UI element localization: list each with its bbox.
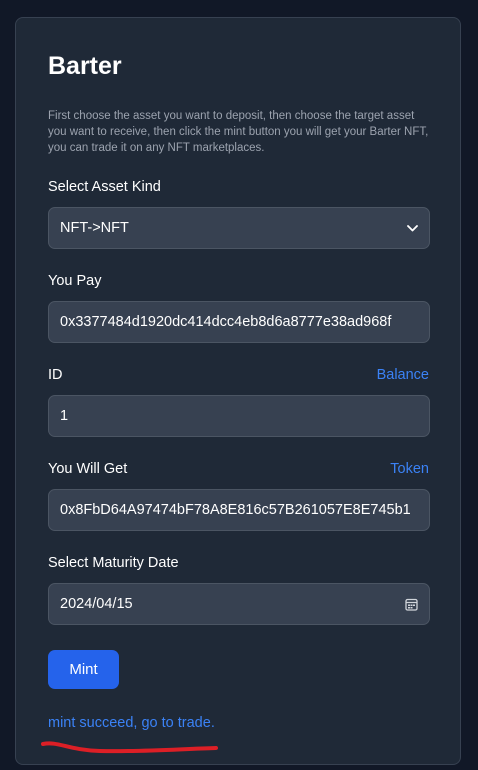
- page-title: Barter: [48, 52, 122, 80]
- token-link[interactable]: Token: [390, 461, 429, 477]
- barter-card: Barter First choose the asset you want t…: [15, 17, 461, 765]
- balance-link[interactable]: Balance: [377, 367, 429, 383]
- you-pay-label: You Pay: [48, 273, 102, 289]
- asset-kind-select[interactable]: NFT->NFT: [48, 207, 430, 249]
- you-will-get-value: 0x8FbD64A97474bF78A8E816c57B261057E8E745…: [60, 502, 411, 518]
- you-will-get-label: You Will Get: [48, 461, 128, 477]
- chevron-down-icon: [406, 222, 418, 234]
- you-will-get-input[interactable]: 0x8FbD64A97474bF78A8E816c57B261057E8E745…: [48, 489, 430, 531]
- mint-status-link[interactable]: mint succeed, go to trade.: [48, 715, 215, 731]
- calendar-icon[interactable]: [404, 597, 418, 611]
- asset-kind-value: NFT->NFT: [60, 220, 129, 236]
- id-value: 1: [60, 408, 69, 424]
- maturity-label: Select Maturity Date: [48, 555, 179, 571]
- maturity-date-input[interactable]: 2024/04/15: [48, 583, 430, 625]
- red-underline-annotation: [41, 741, 218, 754]
- you-pay-input[interactable]: 0x3377484d1920dc414dcc4eb8d6a8777e38ad96…: [48, 301, 430, 343]
- id-input[interactable]: 1: [48, 395, 430, 437]
- maturity-date-value: 2024/04/15: [60, 596, 133, 612]
- id-label: ID: [48, 367, 63, 383]
- mint-button[interactable]: Mint: [48, 650, 119, 689]
- you-pay-value: 0x3377484d1920dc414dcc4eb8d6a8777e38ad96…: [60, 314, 392, 330]
- description-text: First choose the asset you want to depos…: [48, 110, 429, 154]
- asset-kind-label: Select Asset Kind: [48, 179, 161, 195]
